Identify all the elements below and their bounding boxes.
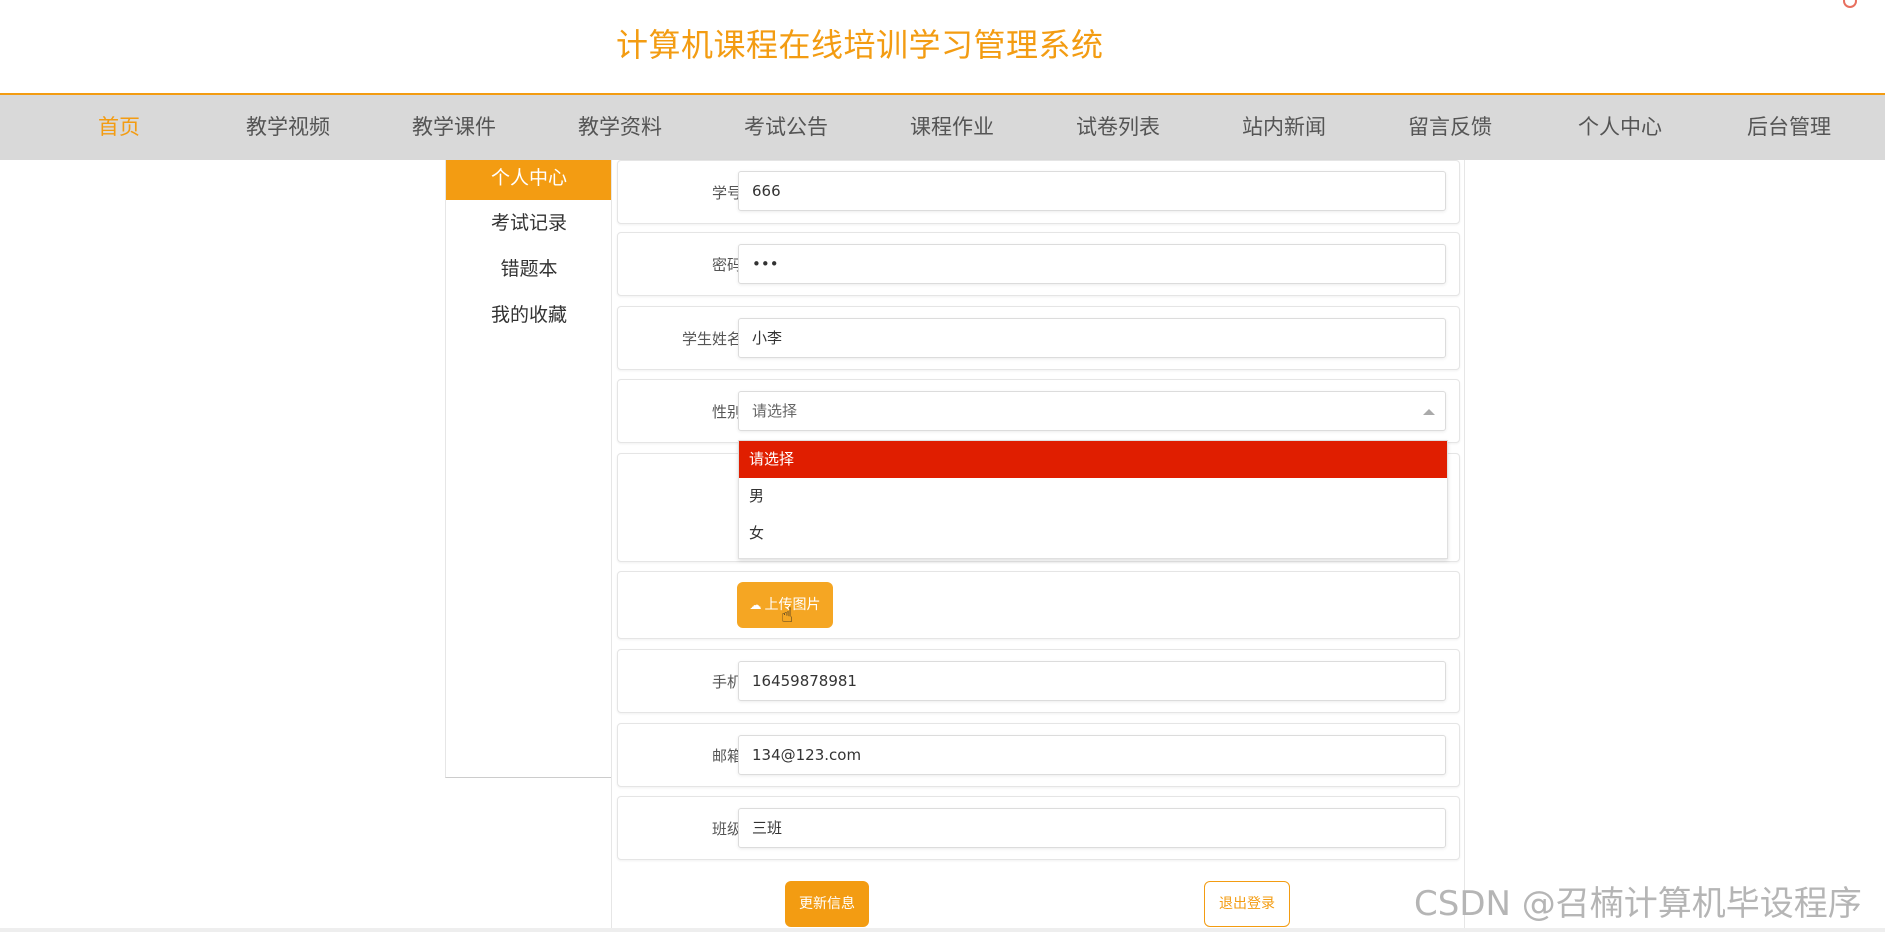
gender-option-male[interactable]: 男	[739, 478, 1447, 515]
password-input[interactable]: •••	[738, 244, 1446, 284]
student-id-input[interactable]: 666	[738, 171, 1446, 211]
sidebar-item-exam-records[interactable]: 考试记录	[446, 200, 612, 246]
form-row-class: 班级 三班	[617, 796, 1460, 860]
nav-item-exam-notices[interactable]: 考试公告	[744, 95, 828, 160]
cloud-upload-icon: ☁	[749, 598, 762, 612]
form-row-password: 密码 •••	[617, 232, 1460, 296]
main-navbar: 首页 教学视频 教学课件 教学资料 考试公告 课程作业 试卷列表 站内新闻 留言…	[0, 93, 1885, 160]
nav-item-admin[interactable]: 后台管理	[1747, 95, 1831, 160]
form-row-student-id: 学号 666	[617, 160, 1460, 224]
form-row-phone: 手机 16459878981	[617, 649, 1460, 713]
gender-select[interactable]: 请选择	[738, 391, 1446, 431]
form-row-email: 邮箱 134@123.com	[617, 723, 1460, 787]
name-input[interactable]: 小李	[738, 318, 1446, 358]
update-info-button[interactable]: 更新信息	[785, 881, 869, 927]
class-input[interactable]: 三班	[738, 808, 1446, 848]
nav-item-teaching-videos[interactable]: 教学视频	[246, 95, 330, 160]
email-input[interactable]: 134@123.com	[738, 735, 1446, 775]
logout-button[interactable]: 退出登录	[1204, 881, 1290, 927]
watermark: CSDN @召楠计算机毕设程序	[1414, 884, 1862, 924]
nav-item-courseware[interactable]: 教学课件	[412, 95, 496, 160]
bottom-divider	[0, 928, 1885, 932]
sidebar-item-favorites[interactable]: 我的收藏	[446, 292, 612, 338]
form-row-gender: 性别 请选择	[617, 379, 1460, 443]
gender-dropdown: 请选择 男 女	[738, 440, 1448, 559]
nav-item-materials[interactable]: 教学资料	[578, 95, 662, 160]
gender-option-female[interactable]: 女	[739, 515, 1447, 552]
site-title: 计算机课程在线培训学习管理系统	[616, 26, 1104, 64]
caret-up-icon	[1423, 409, 1435, 415]
name-label: 学生姓名	[681, 330, 742, 348]
nav-item-papers[interactable]: 试卷列表	[1076, 95, 1160, 160]
nav-item-home[interactable]: 首页	[98, 95, 140, 160]
nav-item-personal-center[interactable]: 个人中心	[1578, 95, 1662, 160]
personal-sidebar: 个人中心 考试记录 错题本 我的收藏	[445, 160, 612, 778]
sidebar-item-personal-center[interactable]: 个人中心	[446, 160, 612, 200]
gender-select-value: 请选择	[752, 402, 798, 420]
nav-item-homework[interactable]: 课程作业	[910, 95, 994, 160]
sidebar-item-wrong-questions[interactable]: 错题本	[446, 246, 612, 292]
nav-item-feedback[interactable]: 留言反馈	[1408, 95, 1492, 160]
gender-option-placeholder[interactable]: 请选择	[739, 441, 1447, 478]
phone-input[interactable]: 16459878981	[738, 661, 1446, 701]
hand-pointer-icon: ☝	[781, 603, 794, 627]
notification-dot	[1843, 0, 1857, 8]
form-row-name: 学生姓名 小李	[617, 306, 1460, 370]
nav-item-news[interactable]: 站内新闻	[1242, 95, 1326, 160]
